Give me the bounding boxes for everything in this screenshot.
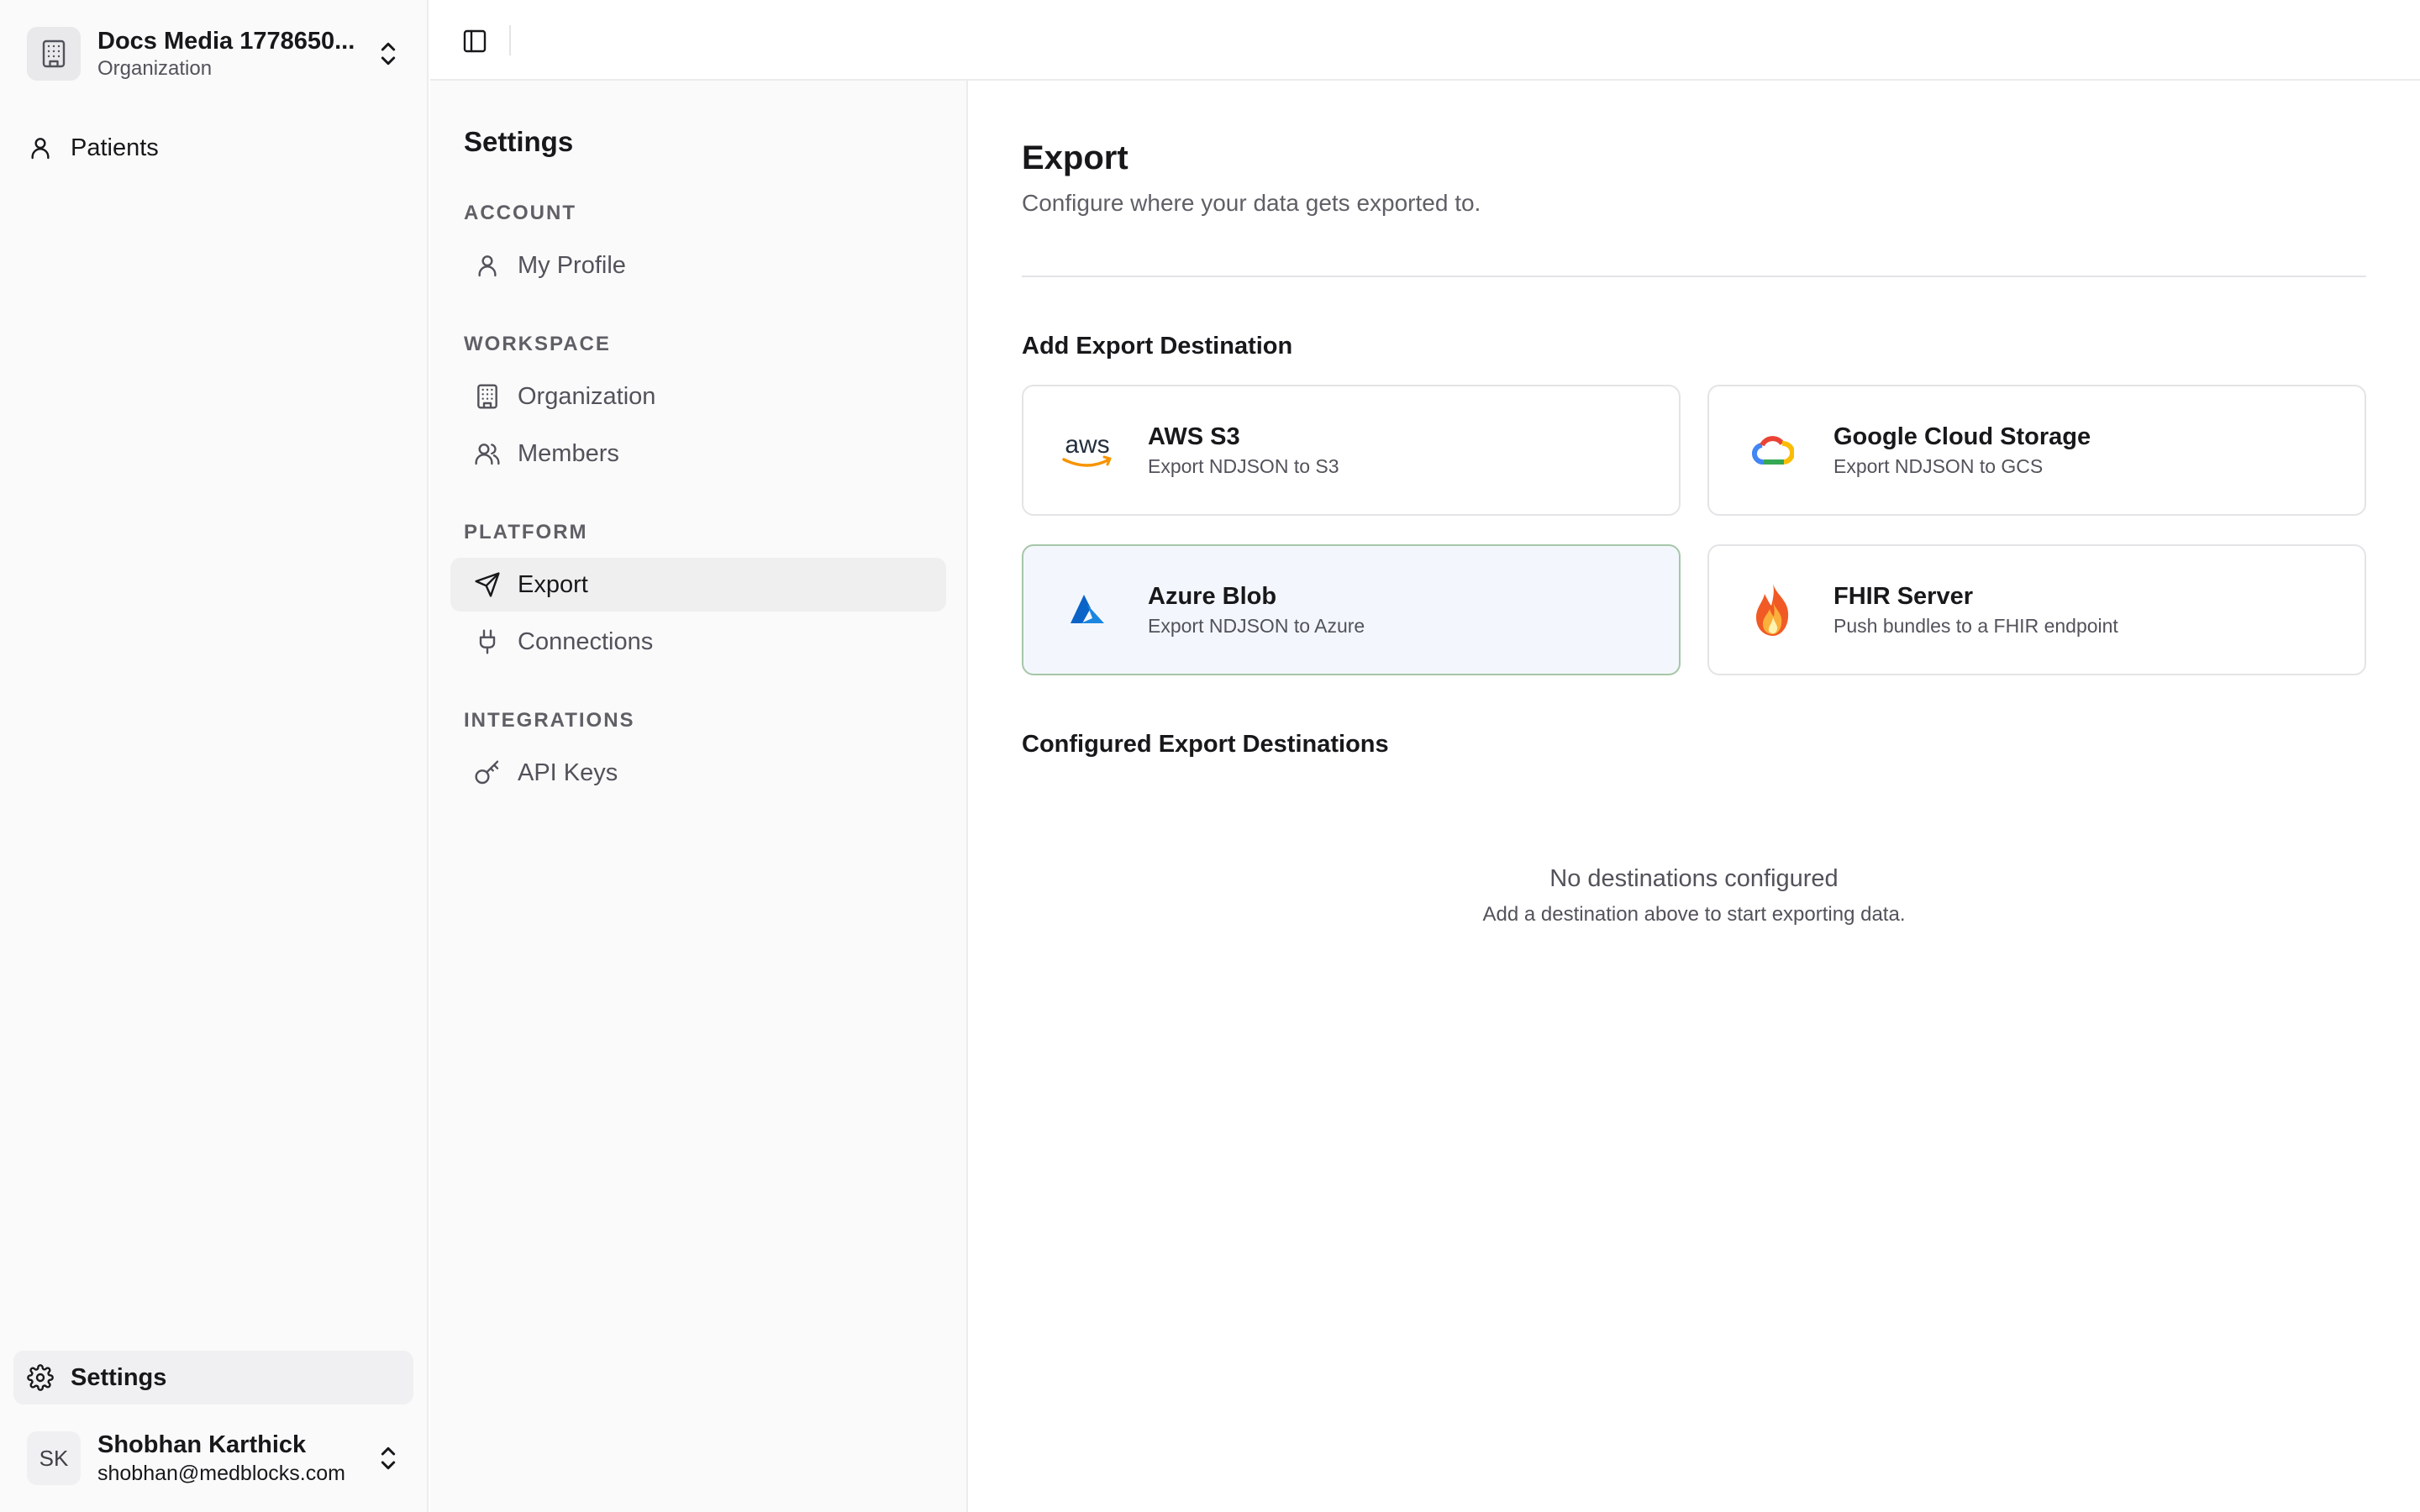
destination-card-aws-s3[interactable]: aws AWS S3 Export NDJSON to S3 xyxy=(1022,385,1681,516)
destination-card-fhir-server[interactable]: FHIR Server Push bundles to a FHIR endpo… xyxy=(1707,544,2366,675)
azure-logo-icon xyxy=(1055,578,1119,642)
building-icon xyxy=(477,384,497,409)
destination-description: Export NDJSON to GCS xyxy=(1833,455,2044,477)
destination-name: Azure Blob xyxy=(1148,583,1277,610)
settings-nav: Settings ACCOUNT My Profile WORKSPACE Or… xyxy=(430,81,968,1512)
settings-item-my-profile[interactable]: My Profile xyxy=(450,239,946,292)
user-icon xyxy=(478,255,497,277)
page-title: Export xyxy=(1022,139,1128,176)
settings-item-label: Connections xyxy=(518,627,654,655)
add-destination-heading: Add Export Destination xyxy=(1022,333,1293,360)
settings-title: Settings xyxy=(464,126,574,157)
destination-name: Google Cloud Storage xyxy=(1833,423,2091,450)
plug-icon xyxy=(479,629,496,654)
page-subtitle: Configure where your data gets exported … xyxy=(1022,190,1481,216)
destination-card-google-cloud-storage[interactable]: Google Cloud Storage Export NDJSON to GC… xyxy=(1707,385,2366,516)
destination-card-azure-blob[interactable]: Azure Blob Export NDJSON to Azure xyxy=(1022,544,1681,675)
empty-state-subtitle: Add a destination above to start exporti… xyxy=(1482,903,1906,926)
settings-item-label: Organization xyxy=(518,382,656,410)
user-icon xyxy=(31,138,50,160)
export-page: Export Configure where your data gets ex… xyxy=(970,81,2420,1512)
settings-item-organization[interactable]: Organization xyxy=(450,370,946,423)
user-switcher[interactable]: SK Shobhan Karthick shobhan@medblocks.co… xyxy=(13,1425,413,1492)
destination-name: FHIR Server xyxy=(1833,583,1974,610)
sidebar-toggle-button[interactable] xyxy=(455,22,494,60)
user-name: Shobhan Karthick xyxy=(97,1431,307,1458)
aws-logo-icon: aws xyxy=(1055,418,1119,482)
app-sidebar: Docs Media 1778650... Organization Patie… xyxy=(0,0,429,1512)
nav-item-label: Settings xyxy=(71,1363,167,1391)
org-switcher[interactable]: Docs Media 1778650... Organization xyxy=(13,20,413,87)
org-name: Docs Media 1778650... xyxy=(97,28,355,55)
settings-item-label: Export xyxy=(518,570,588,598)
building-icon xyxy=(27,27,81,81)
settings-item-label: My Profile xyxy=(518,251,626,279)
nav-item-settings[interactable]: Settings xyxy=(13,1351,413,1404)
svg-text:aws: aws xyxy=(1065,431,1109,459)
avatar: SK xyxy=(27,1431,81,1485)
group-label-integrations: INTEGRATIONS xyxy=(464,709,635,732)
group-label-workspace: WORKSPACE xyxy=(464,333,611,355)
send-icon xyxy=(475,572,500,597)
user-email: shobhan@medblocks.com xyxy=(97,1462,345,1485)
divider xyxy=(1022,276,2366,277)
group-label-platform: PLATFORM xyxy=(464,521,588,543)
top-bar xyxy=(430,0,2420,81)
fhir-logo-icon xyxy=(1741,578,1805,642)
panel-left-icon xyxy=(463,29,487,53)
settings-item-export[interactable]: Export xyxy=(450,558,946,612)
gear-icon xyxy=(27,1364,54,1391)
destination-description: Export NDJSON to Azure xyxy=(1148,615,1365,637)
group-label-account: ACCOUNT xyxy=(464,202,576,224)
empty-state-title: No destinations configured xyxy=(1549,865,1839,892)
destination-description: Export NDJSON to S3 xyxy=(1148,455,1339,477)
configured-destinations-heading: Configured Export Destinations xyxy=(1022,731,1389,758)
chevrons-up-down-icon xyxy=(381,42,396,66)
empty-state: No destinations configured Add a destina… xyxy=(1022,865,2366,927)
org-type: Organization xyxy=(97,57,213,80)
settings-item-members[interactable]: Members xyxy=(450,427,946,480)
separator xyxy=(509,25,511,55)
key-icon xyxy=(475,760,499,785)
settings-item-api-keys[interactable]: API Keys xyxy=(450,746,946,800)
settings-item-connections[interactable]: Connections xyxy=(450,615,946,669)
destination-name: AWS S3 xyxy=(1148,423,1240,450)
nav-item-patients[interactable]: Patients xyxy=(13,121,413,175)
users-icon xyxy=(475,444,500,465)
gcs-logo-icon xyxy=(1741,418,1805,482)
nav-item-label: Patients xyxy=(71,134,159,161)
destination-description: Push bundles to a FHIR endpoint xyxy=(1833,615,2118,637)
chevrons-up-down-icon xyxy=(381,1446,396,1470)
settings-item-label: Members xyxy=(518,439,619,467)
settings-item-label: API Keys xyxy=(518,759,618,786)
